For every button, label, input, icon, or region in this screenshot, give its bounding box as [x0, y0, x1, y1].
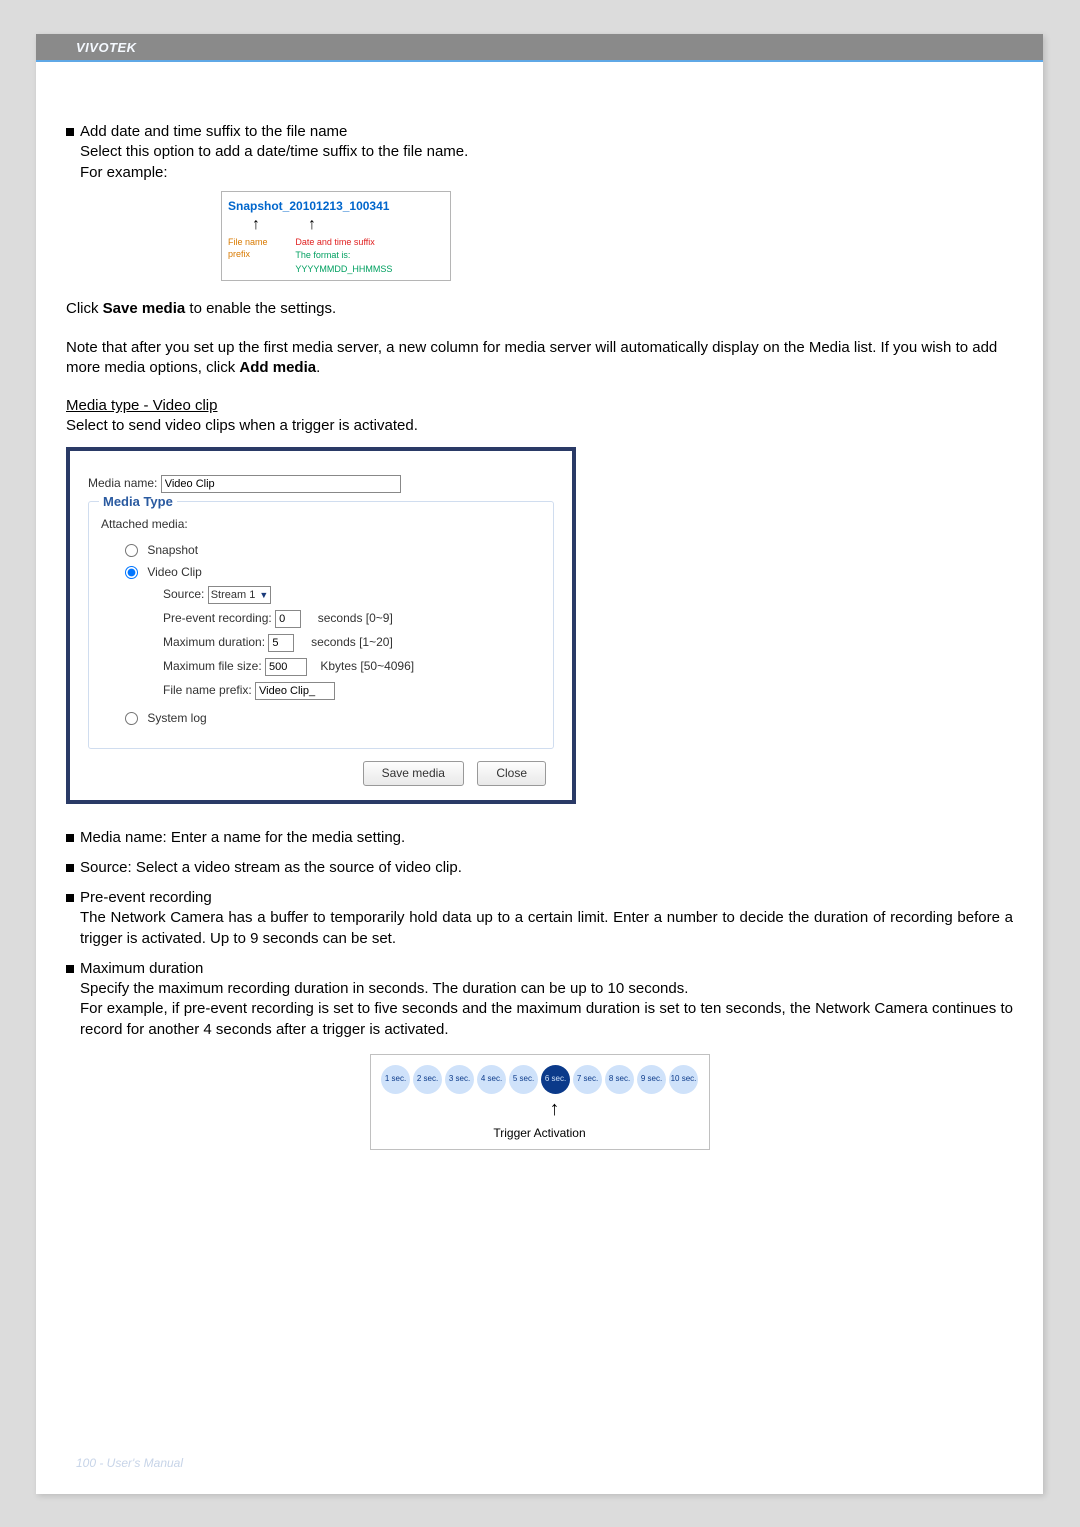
radio-snapshot-label: Snapshot — [147, 543, 198, 557]
radio-videoclip-label: Video Clip — [147, 565, 201, 579]
sec-circle: 4 sec. — [477, 1065, 506, 1094]
figure-filename-example: Snapshot_20101213_100341 ↑ ↑ File name p… — [221, 191, 451, 282]
media-type-dialog: Media name: Media Type Attached media: S… — [66, 447, 576, 804]
bullet-square-icon — [66, 834, 74, 842]
sec-circle: 2 sec. — [413, 1065, 442, 1094]
radio-snapshot[interactable] — [125, 544, 138, 557]
preevent-hint: seconds [0~9] — [318, 611, 393, 625]
save-post: to enable the settings. — [185, 300, 336, 317]
maxdur-label: Maximum duration: — [163, 635, 265, 649]
source-value: Stream 1 — [211, 588, 256, 603]
videoclip-subsettings: Source: Stream 1 ▼ Pre-event recording: … — [163, 586, 541, 700]
footer-page-label: 100 - User's Manual — [76, 1456, 183, 1470]
media-name-label: Media name: — [88, 476, 157, 490]
preevent-label: Pre-event recording: — [163, 611, 272, 625]
media-name-input[interactable] — [161, 475, 401, 493]
radio-systemlog-label: System log — [147, 711, 206, 725]
file-name-prefix-label: File name prefix — [228, 236, 290, 277]
figure-trigger-timeline: 1 sec. 2 sec. 3 sec. 4 sec. 5 sec. 6 sec… — [370, 1054, 710, 1150]
sec-circle: 10 sec. — [669, 1065, 698, 1094]
note-bold: Add media — [239, 359, 316, 376]
radio-systemlog[interactable] — [125, 712, 138, 725]
save-bold: Save media — [103, 300, 186, 317]
chevron-down-icon: ▼ — [259, 589, 268, 601]
sec-circle: 1 sec. — [381, 1065, 410, 1094]
content: Add date and time suffix to the file nam… — [36, 62, 1043, 1150]
maxfs-label: Maximum file size: — [163, 659, 262, 673]
sec-circle: 5 sec. — [509, 1065, 538, 1094]
date-time-suffix-label: Date and time suffix — [295, 237, 374, 247]
preevent-input[interactable] — [275, 610, 301, 628]
note-add-media: Note that after you set up the first med… — [66, 338, 1013, 379]
save-media-button[interactable]: Save media — [363, 761, 464, 785]
bullet-preevent: Pre-event recording The Network Camera h… — [66, 888, 1013, 949]
note-post: . — [316, 359, 320, 376]
add-datetime-line3: For example: — [80, 163, 468, 183]
add-datetime-line2: Select this option to add a date/time su… — [80, 142, 468, 162]
desc-preevent-body: The Network Camera has a buffer to tempo… — [80, 908, 1013, 949]
source-label: Source: — [163, 587, 204, 601]
sec-circle: 8 sec. — [605, 1065, 634, 1094]
video-heading-text: Media type - Video clip — [66, 397, 217, 414]
bullet-square-icon — [66, 128, 74, 136]
desc-maxdur-title: Maximum duration — [80, 959, 1013, 979]
maxfs-hint: Kbytes [50~4096] — [320, 659, 414, 673]
desc-preevent-title: Pre-event recording — [80, 888, 1013, 908]
bullet-media-name: Media name: Enter a name for the media s… — [66, 828, 1013, 848]
maxdur-hint: seconds [1~20] — [311, 635, 393, 649]
save-pre: Click — [66, 300, 103, 317]
attached-media-label: Attached media: — [101, 516, 541, 532]
radio-videoclip[interactable] — [125, 566, 138, 579]
trigger-activation-label: Trigger Activation — [381, 1125, 699, 1141]
media-type-legend: Media Type — [99, 493, 177, 511]
save-media-hint: Click Save media to enable the settings. — [66, 299, 1013, 319]
bullet-square-icon — [66, 864, 74, 872]
add-datetime-title: Add date and time suffix to the file nam… — [80, 122, 468, 142]
header-bar: VIVOTEK — [36, 34, 1043, 62]
snapshot-prefix-text: Snapshot — [228, 199, 283, 213]
fnp-input[interactable] — [255, 682, 335, 700]
note-pre: Note that after you set up the first med… — [66, 339, 997, 376]
sec-circle: 3 sec. — [445, 1065, 474, 1094]
close-button[interactable]: Close — [477, 761, 546, 785]
sec-circle-active: 6 sec. — [541, 1065, 570, 1094]
desc-media-name: Media name: Enter a name for the media s… — [80, 828, 405, 848]
format-label: The format is: YYYYMMDD_HHMMSS — [295, 250, 392, 274]
arrow-up-icon: ↑ — [252, 214, 260, 236]
sec-circle: 9 sec. — [637, 1065, 666, 1094]
maxfs-input[interactable] — [265, 658, 307, 676]
bullet-square-icon — [66, 894, 74, 902]
bullet-add-datetime: Add date and time suffix to the file nam… — [66, 122, 1013, 183]
sec-circle: 7 sec. — [573, 1065, 602, 1094]
media-type-fieldset: Media Type Attached media: Snapshot Vide… — [88, 501, 554, 750]
snapshot-suffix-text: _20101213_100341 — [283, 199, 390, 213]
video-clip-heading: Media type - Video clip Select to send v… — [66, 396, 1013, 437]
bullet-maxdur: Maximum duration Specify the maximum rec… — [66, 959, 1013, 1040]
maxdur-input[interactable] — [268, 634, 294, 652]
brand-logo: VIVOTEK — [76, 40, 137, 55]
fnp-label: File name prefix: — [163, 683, 252, 697]
arrow-up-icon: ↑ — [411, 1096, 699, 1123]
arrow-up-icon: ↑ — [308, 214, 316, 236]
page: VIVOTEK Add date and time suffix to the … — [36, 34, 1043, 1494]
bullet-square-icon — [66, 965, 74, 973]
source-select[interactable]: Stream 1 ▼ — [208, 586, 272, 604]
video-desc: Select to send video clips when a trigge… — [66, 417, 418, 434]
bullet-source: Source: Select a video stream as the sou… — [66, 858, 1013, 878]
desc-maxdur-l2: For example, if pre-event recording is s… — [80, 999, 1013, 1040]
desc-maxdur-l1: Specify the maximum recording duration i… — [80, 979, 1013, 999]
desc-source: Source: Select a video stream as the sou… — [80, 858, 462, 878]
timeline-circles: 1 sec. 2 sec. 3 sec. 4 sec. 5 sec. 6 sec… — [381, 1065, 699, 1094]
